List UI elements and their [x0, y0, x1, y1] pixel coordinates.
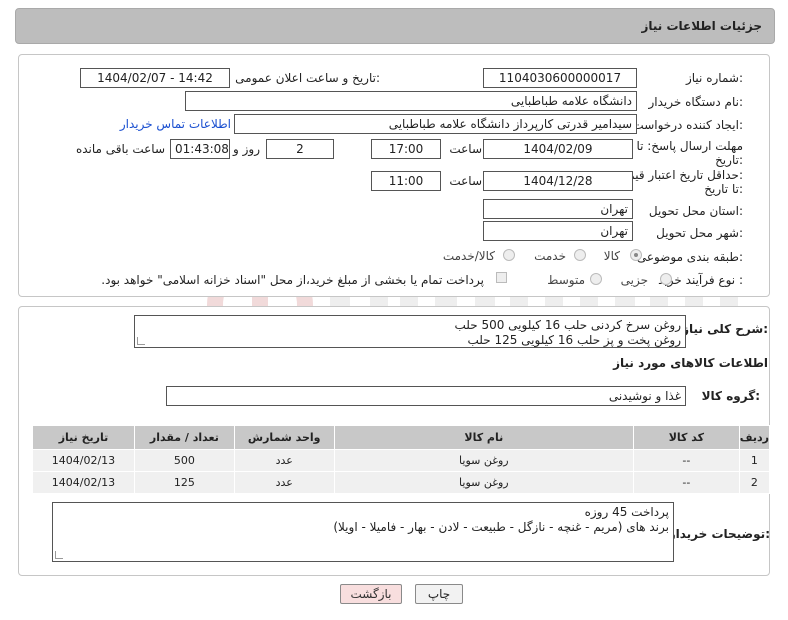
announce-datetime-label: تاریخ و ساعت اعلان عمومی:	[235, 71, 380, 85]
cell-need-date: 1404/02/13	[32, 449, 135, 472]
table-row: 1 -- روغن سویا عدد 500 1404/02/13	[32, 449, 771, 472]
summary-line-2: روغن پخت و پز حلب 16 کیلویی 125 حلب	[467, 333, 681, 347]
need-number-field[interactable]: 1104030600000017	[483, 68, 637, 88]
reply-deadline-time-field[interactable]: 17:00	[371, 139, 441, 159]
days-label: روز و	[233, 142, 260, 156]
category-goods-label: کالا	[603, 249, 620, 263]
goods-table: ردیف کد کالا نام کالا واحد شمارش تعداد /…	[32, 425, 771, 494]
col-row-number: ردیف	[738, 425, 771, 450]
cell-item-name: روغن سویا	[333, 449, 634, 472]
price-validity-date-field[interactable]: 1404/12/28	[483, 171, 633, 191]
delivery-province-field[interactable]: تهران	[483, 199, 633, 219]
category-service-label: خدمت	[534, 249, 566, 263]
remaining-days-field[interactable]: 2	[266, 139, 334, 159]
cell-unit: عدد	[233, 471, 335, 494]
buyer-notes-line-1: پرداخت 45 روزه	[584, 505, 669, 519]
purchase-type-minor-label: جزیی	[620, 273, 648, 287]
resize-grip-icon[interactable]	[137, 337, 145, 345]
requester-field[interactable]: سیدامیر قدرتی کارپرداز دانشگاه علامه طبا…	[234, 114, 637, 134]
category-goods-service-label: کالا/خدمت	[442, 249, 495, 263]
buyer-org-label: نام دستگاه خریدار:	[648, 95, 744, 109]
summary-label: شرح کلی نیاز:	[682, 322, 768, 336]
reply-deadline-time-label: ساعت	[449, 142, 482, 156]
reply-deadline-date-field[interactable]: 1404/02/09	[483, 139, 633, 159]
delivery-province-label: استان محل تحویل:	[648, 204, 743, 218]
buyer-org-field[interactable]: دانشگاه علامه طباطبایی	[185, 91, 637, 111]
cell-row-number: 1	[738, 449, 771, 472]
purchase-type-medium-label: متوسط	[547, 273, 585, 287]
col-item-code: کد کالا	[632, 425, 740, 450]
category-label: طبقه بندی موضوعی:	[636, 250, 743, 264]
col-unit: واحد شمارش	[233, 425, 335, 450]
buyer-notes-textarea[interactable]: پرداخت 45 روزه برند های (مریم - غنچه - ن…	[52, 502, 674, 562]
buyer-notes-label: توضیحات خریدار:	[668, 527, 770, 541]
category-service-radio[interactable]	[574, 249, 586, 261]
price-validity-time-field[interactable]: 11:00	[371, 171, 441, 191]
col-item-name: نام کالا	[333, 425, 634, 450]
delivery-city-field[interactable]: تهران	[483, 221, 633, 241]
back-button[interactable]: بازگشت	[340, 584, 402, 604]
price-validity-label-line2: تا تاریخ:	[704, 182, 743, 196]
col-need-date: تاریخ نیاز	[32, 425, 135, 450]
table-row: 2 -- روغن سویا عدد 125 1404/02/13	[32, 471, 771, 494]
treasury-bonds-checkbox[interactable]	[496, 272, 507, 283]
cell-item-name: روغن سویا	[333, 471, 634, 494]
cell-unit: عدد	[233, 449, 335, 472]
reply-deadline-label-line1: مهلت ارسال پاسخ: تا	[636, 139, 743, 153]
goods-section-title: اطلاعات کالاهای مورد نیاز	[613, 356, 768, 370]
announce-datetime-field[interactable]: 1404/02/07 - 14:42	[80, 68, 230, 88]
print-button[interactable]: چاپ	[415, 584, 463, 604]
cell-quantity: 500	[133, 449, 235, 472]
cell-item-code: --	[632, 471, 740, 494]
remaining-time-label: ساعت باقی مانده	[75, 142, 165, 156]
reply-deadline-label-line2: تاریخ:	[715, 153, 743, 167]
resize-grip-icon[interactable]	[55, 551, 63, 559]
col-quantity: تعداد / مقدار	[133, 425, 235, 450]
purchase-type-minor-radio[interactable]	[660, 273, 672, 285]
buyer-notes-line-2: برند های (مریم - غنچه - نازگل - طبیعت - …	[333, 520, 669, 534]
treasury-bonds-note: پرداخت تمام یا بخشی از مبلغ خرید،از محل …	[101, 273, 484, 287]
goods-group-field[interactable]: غذا و نوشیدنی	[166, 386, 686, 406]
category-goods-service-radio[interactable]	[503, 249, 515, 261]
cell-item-code: --	[632, 449, 740, 472]
summary-line-1: روغن سرخ کردنی حلب 16 کیلویی 500 حلب	[454, 318, 681, 332]
summary-textarea[interactable]: روغن سرخ کردنی حلب 16 کیلویی 500 حلب روغ…	[134, 315, 686, 348]
header-bar: جزئیات اطلاعات نیاز	[15, 8, 775, 44]
cell-quantity: 125	[133, 471, 235, 494]
purchase-type-medium-radio[interactable]	[590, 273, 602, 285]
category-goods-radio[interactable]	[630, 249, 642, 261]
goods-table-header: ردیف کد کالا نام کالا واحد شمارش تعداد /…	[32, 425, 771, 450]
delivery-city-label: شهر محل تحویل:	[656, 226, 743, 240]
price-validity-time-label: ساعت	[449, 174, 482, 188]
cell-row-number: 2	[738, 471, 771, 494]
need-number-label: شماره نیاز:	[685, 71, 743, 85]
page-title: جزئیات اطلاعات نیاز	[641, 19, 762, 33]
price-validity-label-line1: حداقل تاریخ اعتبار قیمت:	[616, 168, 743, 182]
goods-group-label: گروه کالا:	[701, 389, 760, 403]
cell-need-date: 1404/02/13	[32, 471, 135, 494]
requester-label: ایجاد کننده درخواست:	[632, 118, 743, 132]
buyer-contact-link[interactable]: اطلاعات تماس خریدار	[120, 117, 231, 131]
remaining-time-field[interactable]: 01:43:08	[170, 139, 230, 159]
